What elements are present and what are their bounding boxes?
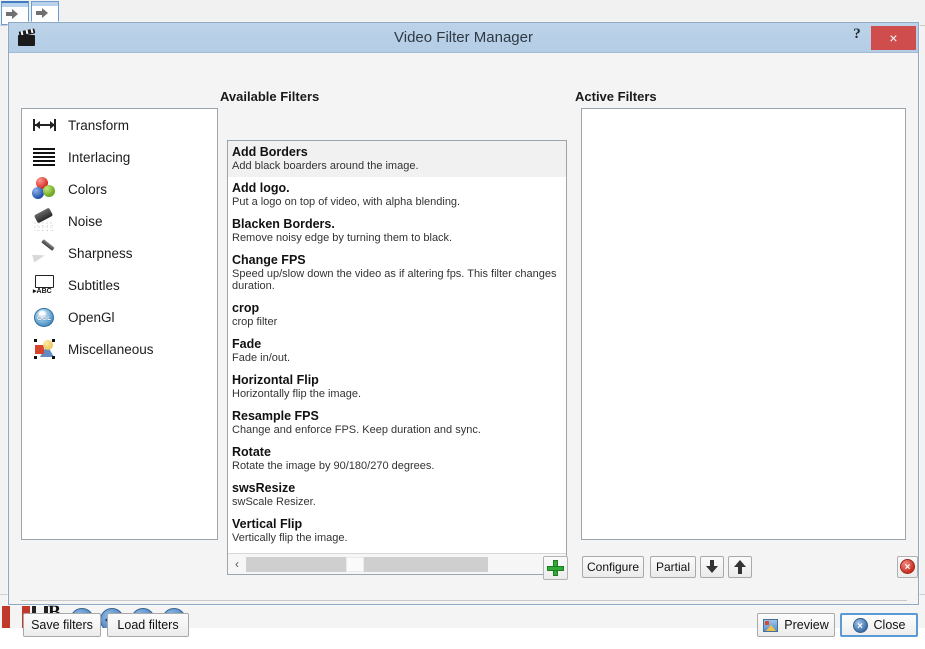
filter-name: Change FPS bbox=[232, 253, 566, 267]
available-filter-item[interactable]: Add logo.Put a logo on top of video, wit… bbox=[228, 177, 566, 213]
available-filter-item[interactable]: Vertical FlipVertically flip the image. bbox=[228, 513, 566, 549]
delete-filter-button[interactable]: × bbox=[897, 556, 918, 578]
available-filter-item[interactable]: Horizontal FlipHorizontally flip the ima… bbox=[228, 369, 566, 405]
miscellaneous-icon bbox=[32, 337, 58, 361]
sidebar-item-label: Transform bbox=[68, 118, 129, 133]
window-close-button[interactable]: × bbox=[871, 26, 916, 50]
interlacing-icon bbox=[32, 145, 58, 169]
available-filter-item[interactable]: Blacken Borders.Remove noisy edge by tur… bbox=[228, 213, 566, 249]
filter-description: Add black boarders around the image. bbox=[232, 160, 566, 172]
filter-description: Vertically flip the image. bbox=[232, 532, 566, 544]
sidebar-item-label: Colors bbox=[68, 182, 107, 197]
sidebar-item-label: OpenGl bbox=[68, 310, 115, 325]
transform-icon bbox=[32, 113, 58, 137]
configure-button[interactable]: Configure bbox=[582, 556, 644, 578]
filter-name: crop bbox=[232, 301, 566, 315]
subtitles-icon: ▸ABC bbox=[32, 273, 58, 297]
opengl-icon: OGL bbox=[32, 305, 58, 329]
available-filters-panel[interactable]: Add BordersAdd black boarders around the… bbox=[227, 140, 567, 575]
available-filters-header: Available Filters bbox=[220, 89, 319, 104]
filter-name: Rotate bbox=[232, 445, 566, 459]
filter-description: Fade in/out. bbox=[232, 352, 566, 364]
filter-category-list[interactable]: Transform Interlacing Colors Noise bbox=[21, 108, 218, 540]
filter-name: swsResize bbox=[232, 481, 566, 495]
filter-name: Horizontal Flip bbox=[232, 373, 566, 387]
filter-name: Resample FPS bbox=[232, 409, 566, 423]
filter-description: Speed up/slow down the video as if alter… bbox=[232, 268, 566, 292]
filter-name: Blacken Borders. bbox=[232, 217, 566, 231]
save-filters-button[interactable]: Save filters bbox=[23, 613, 101, 637]
sidebar-item-sharpness[interactable]: Sharpness bbox=[22, 237, 217, 269]
host-tab-2-titlebar bbox=[32, 2, 58, 6]
video-filter-manager-dialog: Video Filter Manager ? × Available Filte… bbox=[8, 22, 919, 605]
sidebar-item-label: Interlacing bbox=[68, 150, 130, 165]
sharpness-icon bbox=[32, 241, 58, 265]
filter-description: Rotate the image by 90/180/270 degrees. bbox=[232, 460, 566, 472]
close-button[interactable]: × Close bbox=[840, 613, 918, 637]
filter-name: Fade bbox=[232, 337, 566, 351]
partial-button[interactable]: Partial bbox=[650, 556, 696, 578]
available-filter-item[interactable]: swsResizeswScale Resizer. bbox=[228, 477, 566, 513]
available-filters-list[interactable]: Add BordersAdd black boarders around the… bbox=[228, 141, 566, 552]
filter-description: crop filter bbox=[232, 316, 566, 328]
filter-description: Remove noisy edge by turning them to bla… bbox=[232, 232, 566, 244]
arrow-down-icon bbox=[706, 560, 718, 574]
delete-circle-icon: × bbox=[900, 559, 915, 574]
close-button-label: Close bbox=[874, 618, 906, 632]
active-filters-list[interactable] bbox=[581, 108, 906, 540]
available-filter-item[interactable]: Add BordersAdd black boarders around the… bbox=[228, 141, 566, 177]
arrow-right-icon bbox=[6, 9, 17, 19]
sidebar-item-miscellaneous[interactable]: Miscellaneous bbox=[22, 333, 217, 365]
available-filter-item[interactable]: Resample FPSChange and enforce FPS. Keep… bbox=[228, 405, 566, 441]
filter-description: Horizontally flip the image. bbox=[232, 388, 566, 400]
sidebar-item-interlacing[interactable]: Interlacing bbox=[22, 141, 217, 173]
sidebar-item-transform[interactable]: Transform bbox=[22, 109, 217, 141]
available-filter-item[interactable]: Change FPSSpeed up/slow down the video a… bbox=[228, 249, 566, 297]
dialog-title: Video Filter Manager bbox=[9, 23, 918, 53]
sidebar-item-label: Subtitles bbox=[68, 278, 120, 293]
add-filter-button[interactable] bbox=[543, 556, 568, 580]
filter-actions-toolbar: Configure Partial × bbox=[9, 553, 918, 585]
preview-button[interactable]: Preview bbox=[757, 613, 835, 637]
active-filters-header: Active Filters bbox=[575, 89, 657, 104]
move-filter-up-button[interactable] bbox=[728, 556, 752, 578]
arrow-right-icon bbox=[36, 8, 47, 18]
arrow-up-icon bbox=[734, 560, 746, 574]
sidebar-item-label: Miscellaneous bbox=[68, 342, 154, 357]
sidebar-item-noise[interactable]: Noise bbox=[22, 205, 217, 237]
move-filter-down-button[interactable] bbox=[700, 556, 724, 578]
sidebar-item-opengl[interactable]: OGL OpenGl bbox=[22, 301, 217, 333]
divider bbox=[21, 600, 907, 601]
sidebar-item-subtitles[interactable]: ▸ABC Subtitles bbox=[22, 269, 217, 301]
dialog-button-row: Save filters Load filters Preview × Clos… bbox=[9, 609, 918, 649]
preview-button-label: Preview bbox=[784, 618, 828, 632]
sidebar-item-label: Noise bbox=[68, 214, 103, 229]
filter-name: Vertical Flip bbox=[232, 517, 566, 531]
dialog-body: Available Filters Active Filters Transfo… bbox=[9, 53, 918, 605]
sidebar-item-colors[interactable]: Colors bbox=[22, 173, 217, 205]
dialog-titlebar: Video Filter Manager ? × bbox=[9, 23, 918, 53]
sidebar-item-label: Sharpness bbox=[68, 246, 133, 261]
available-filter-item[interactable]: RotateRotate the image by 90/180/270 deg… bbox=[228, 441, 566, 477]
noise-icon bbox=[32, 209, 58, 233]
filter-description: swScale Resizer. bbox=[232, 496, 566, 508]
help-button[interactable]: ? bbox=[846, 26, 868, 50]
filter-description: Change and enforce FPS. Keep duration an… bbox=[232, 424, 566, 436]
image-preview-icon bbox=[763, 619, 778, 632]
available-filter-item[interactable]: cropcrop filter bbox=[228, 297, 566, 333]
close-circle-icon: × bbox=[853, 618, 868, 633]
colors-icon bbox=[32, 177, 58, 201]
filter-description: Put a logo on top of video, with alpha b… bbox=[232, 196, 566, 208]
filter-name: Add Borders bbox=[232, 145, 566, 159]
host-tab-1-titlebar bbox=[2, 3, 28, 7]
available-filter-item[interactable]: FadeFade in/out. bbox=[228, 333, 566, 369]
load-filters-button[interactable]: Load filters bbox=[107, 613, 189, 637]
filter-name: Add logo. bbox=[232, 181, 566, 195]
